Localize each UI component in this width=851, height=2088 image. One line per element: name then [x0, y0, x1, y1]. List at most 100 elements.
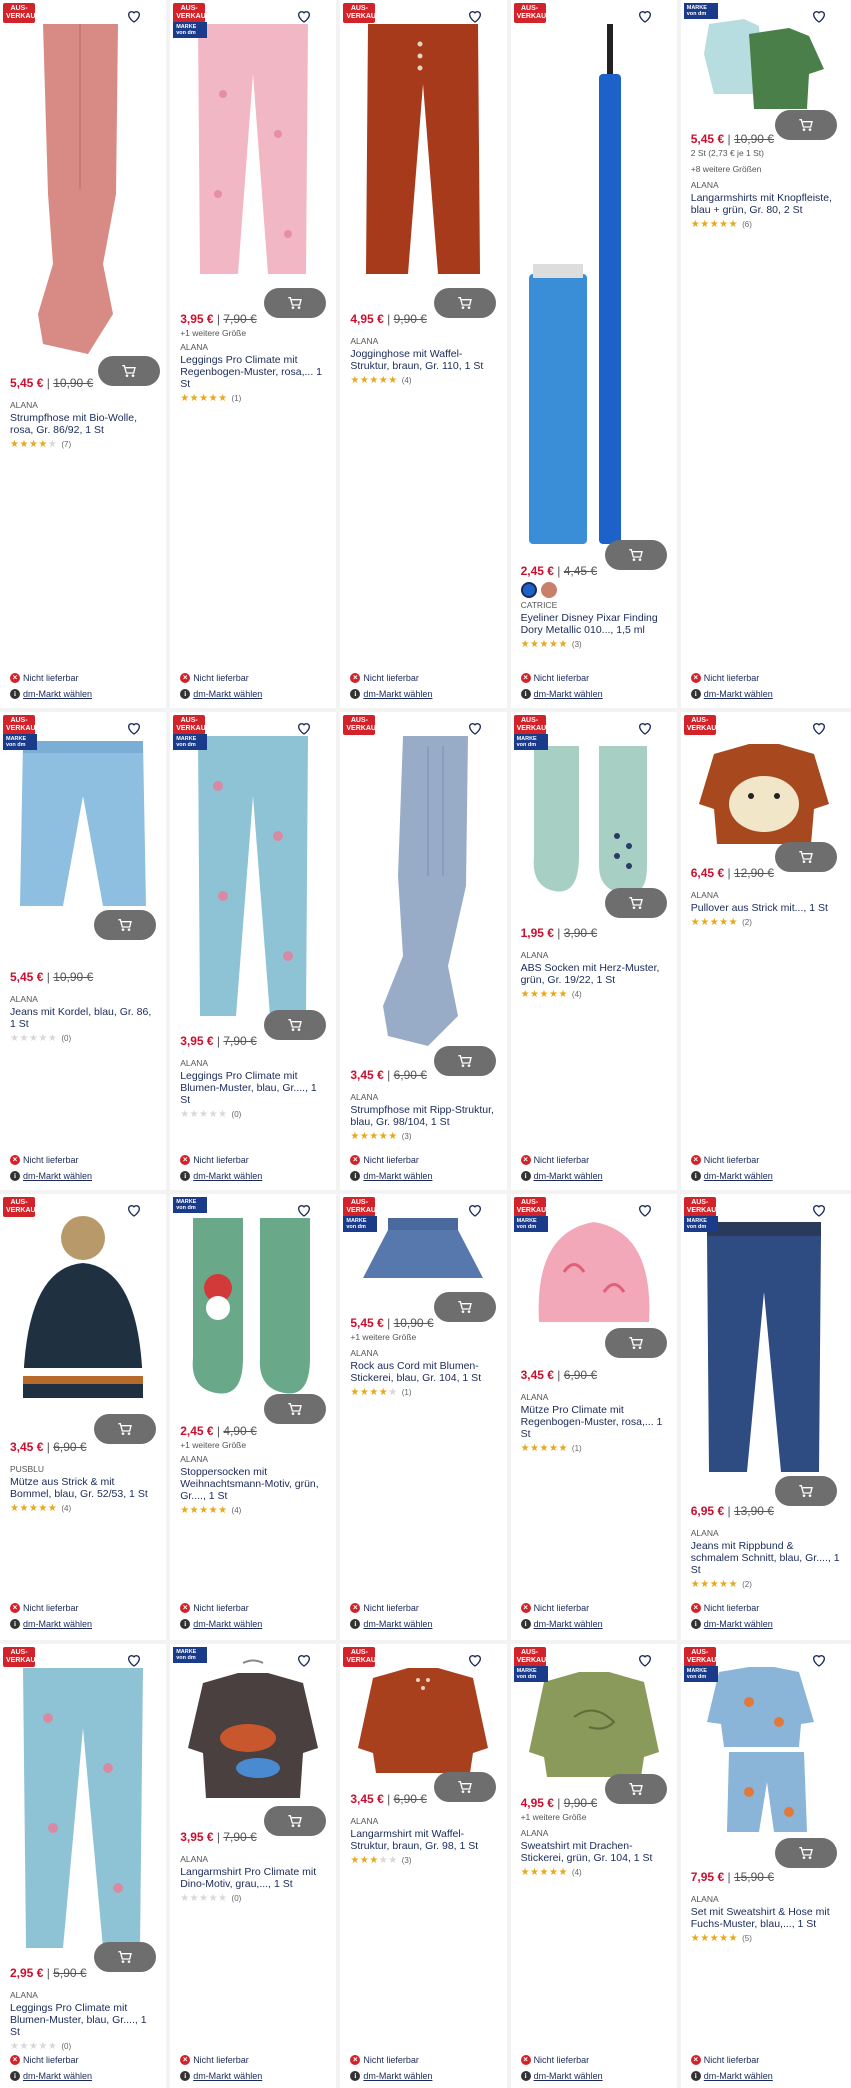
choose-market-link[interactable]: dm-Markt wählen	[534, 1619, 603, 1629]
add-to-cart-button[interactable]	[774, 842, 837, 872]
choose-market-link[interactable]: dm-Markt wählen	[363, 1619, 432, 1629]
add-to-cart-button[interactable]	[94, 1414, 156, 1444]
more-sizes-link[interactable]: +1 weitere Größe	[180, 328, 328, 338]
choose-market-link[interactable]: dm-Markt wählen	[534, 2071, 603, 2081]
product-name[interactable]: Jeans mit Kordel, blau, Gr. 86, 1 St	[10, 1006, 158, 1030]
add-to-cart-button[interactable]	[98, 356, 160, 386]
add-to-cart-button[interactable]	[434, 1046, 497, 1076]
product-name[interactable]: Leggings Pro Climate mit Regenbogen-Must…	[180, 354, 328, 390]
add-to-cart-button[interactable]	[264, 1806, 327, 1836]
product-card[interactable]: AUS- VERKAUF 3,45 € | 6,90 € ALANA Strum…	[340, 712, 511, 1190]
heart-icon[interactable]	[811, 1652, 827, 1668]
product-image[interactable]	[519, 14, 669, 554]
product-card[interactable]: AUS- VERKAUF MARKE von dm 3,45 € | 6,90 …	[510, 1194, 681, 1640]
choose-market-link[interactable]: dm-Markt wählen	[193, 1171, 262, 1181]
product-name[interactable]: Set mit Sweatshirt & Hose mit Fuchs-Must…	[691, 1906, 843, 1930]
add-to-cart-button[interactable]	[604, 540, 667, 570]
product-card[interactable]: AUS- VERKAUF 3,45 € | 6,90 € PUSBLU Mütz…	[0, 1194, 171, 1640]
product-card[interactable]: AUS- VERKAUF MARKE von dm 1,95 € | 3,90 …	[510, 712, 681, 1190]
heart-icon[interactable]	[467, 8, 483, 24]
product-card[interactable]: AUS- VERKAUF 4,95 € | 9,90 € ALANA Joggi…	[340, 0, 511, 708]
choose-market-link[interactable]: dm-Markt wählen	[23, 2071, 92, 2081]
swatch-blue[interactable]	[520, 582, 537, 598]
product-card[interactable]: AUS- VERKAUF MARKE von dm 3,95 € | 7,90 …	[170, 712, 341, 1190]
more-sizes-link[interactable]: +1 weitere Größe	[180, 1440, 328, 1450]
product-name[interactable]: Strumpfhose mit Bio-Wolle, rosa, Gr. 86/…	[10, 412, 158, 436]
product-card[interactable]: AUS- VERKAUF MARKE von dm 3,95 € | 7,90 …	[170, 0, 341, 708]
heart-icon[interactable]	[811, 720, 827, 736]
product-name[interactable]: Mütze aus Strick & mit Bommel, blau, Gr.…	[10, 1476, 158, 1500]
add-to-cart-button[interactable]	[774, 1838, 837, 1868]
add-to-cart-button[interactable]	[774, 110, 837, 140]
product-card[interactable]: MARKE von dm 3,95 € | 7,90 € ALANA Langa…	[170, 1644, 341, 2088]
choose-market-link[interactable]: dm-Markt wählen	[193, 1619, 262, 1629]
product-card[interactable]: AUS- VERKAUF 2,95 € | 5,90 € ALANA Leggi…	[0, 1644, 171, 2088]
product-name[interactable]: Leggings Pro Climate mit Blumen-Muster, …	[180, 1070, 328, 1106]
heart-icon[interactable]	[637, 720, 653, 736]
product-image[interactable]	[178, 726, 328, 1026]
add-to-cart-button[interactable]	[434, 1772, 497, 1802]
product-name[interactable]: Langarmshirt Pro Climate mit Dino-Motiv,…	[180, 1866, 328, 1890]
choose-market-link[interactable]: dm-Markt wählen	[534, 689, 603, 699]
heart-icon[interactable]	[467, 720, 483, 736]
heart-icon[interactable]	[296, 8, 312, 24]
add-to-cart-button[interactable]	[604, 1328, 667, 1358]
choose-market-link[interactable]: dm-Markt wählen	[534, 1171, 603, 1181]
product-card[interactable]: AUS- VERKAUF MARKE von dm 7,95 € | 15,90…	[680, 1644, 851, 2088]
choose-market-link[interactable]: dm-Markt wählen	[704, 1171, 773, 1181]
choose-market-link[interactable]: dm-Markt wählen	[704, 1619, 773, 1629]
product-name[interactable]: Mütze Pro Climate mit Regenbogen-Muster,…	[521, 1404, 669, 1440]
heart-icon[interactable]	[637, 8, 653, 24]
product-image[interactable]	[348, 14, 498, 284]
add-to-cart-button[interactable]	[604, 1774, 667, 1804]
heart-icon[interactable]	[296, 1202, 312, 1218]
choose-market-link[interactable]: dm-Markt wählen	[363, 2071, 432, 2081]
product-name[interactable]: ABS Socken mit Herz-Muster, grün, Gr. 19…	[521, 962, 669, 986]
heart-icon[interactable]	[811, 1202, 827, 1218]
product-card[interactable]: MARKE von dm 2,45 € | 4,90 € +1 weitere …	[170, 1194, 341, 1640]
add-to-cart-button[interactable]	[264, 1394, 327, 1424]
product-card[interactable]: AUS- VERKAUF 5,45 € | 10,90 € ALANA Stru…	[0, 0, 171, 708]
product-card[interactable]: MARKE von dm 5,45 € | 10,90 € 2 St (2,73…	[680, 0, 851, 708]
choose-market-link[interactable]: dm-Markt wählen	[23, 1171, 92, 1181]
product-image[interactable]	[348, 1658, 498, 1778]
product-name[interactable]: Strumpfhose mit Ripp-Struktur, blau, Gr.…	[350, 1104, 498, 1128]
heart-icon[interactable]	[637, 1652, 653, 1668]
product-card[interactable]: AUS- VERKAUF 2,45 € | 4,45 € Catrice Eye…	[510, 0, 681, 708]
product-name[interactable]: Langarmshirt mit Waffel-Struktur, braun,…	[350, 1828, 498, 1852]
product-card[interactable]: AUS- VERKAUF MARKE von dm 6,95 € | 13,90…	[680, 1194, 851, 1640]
more-sizes-link[interactable]: +1 weitere Größe	[521, 1812, 669, 1822]
product-image[interactable]	[8, 1658, 158, 1958]
heart-icon[interactable]	[126, 1652, 142, 1668]
heart-icon[interactable]	[126, 8, 142, 24]
choose-market-link[interactable]: dm-Markt wählen	[193, 2071, 262, 2081]
product-image[interactable]	[8, 726, 158, 926]
choose-market-link[interactable]: dm-Markt wählen	[23, 1619, 92, 1629]
choose-market-link[interactable]: dm-Markt wählen	[193, 689, 262, 699]
product-card[interactable]: AUS- VERKAUF MARKE von dm 5,45 € | 10,90…	[340, 1194, 511, 1640]
product-name[interactable]: Sweatshirt mit Drachen-Stickerei, grün, …	[521, 1840, 669, 1864]
heart-icon[interactable]	[296, 1652, 312, 1668]
add-to-cart-button[interactable]	[434, 288, 497, 318]
product-image[interactable]	[689, 1212, 839, 1482]
heart-icon[interactable]	[811, 8, 827, 24]
product-image[interactable]	[348, 726, 498, 1056]
add-to-cart-button[interactable]	[604, 888, 667, 918]
product-image[interactable]	[519, 726, 669, 906]
product-image[interactable]	[8, 14, 158, 366]
heart-icon[interactable]	[467, 1652, 483, 1668]
heart-icon[interactable]	[296, 720, 312, 736]
add-to-cart-button[interactable]	[94, 910, 156, 940]
product-card[interactable]: AUS- VERKAUF 6,45 € | 12,90 € ALANA Pull…	[680, 712, 851, 1190]
product-image[interactable]	[178, 1658, 328, 1808]
more-sizes-link[interactable]: +8 weitere Größen	[691, 164, 843, 174]
choose-market-link[interactable]: dm-Markt wählen	[704, 689, 773, 699]
product-image[interactable]	[689, 734, 839, 854]
product-image[interactable]	[689, 14, 839, 114]
product-name[interactable]: Jeans mit Rippbund & schmalem Schnitt, b…	[691, 1540, 843, 1576]
product-image[interactable]	[178, 14, 328, 294]
add-to-cart-button[interactable]	[264, 288, 327, 318]
add-to-cart-button[interactable]	[264, 1010, 327, 1040]
product-name[interactable]: Leggings Pro Climate mit Blumen-Muster, …	[10, 2002, 158, 2038]
add-to-cart-button[interactable]	[774, 1476, 837, 1506]
